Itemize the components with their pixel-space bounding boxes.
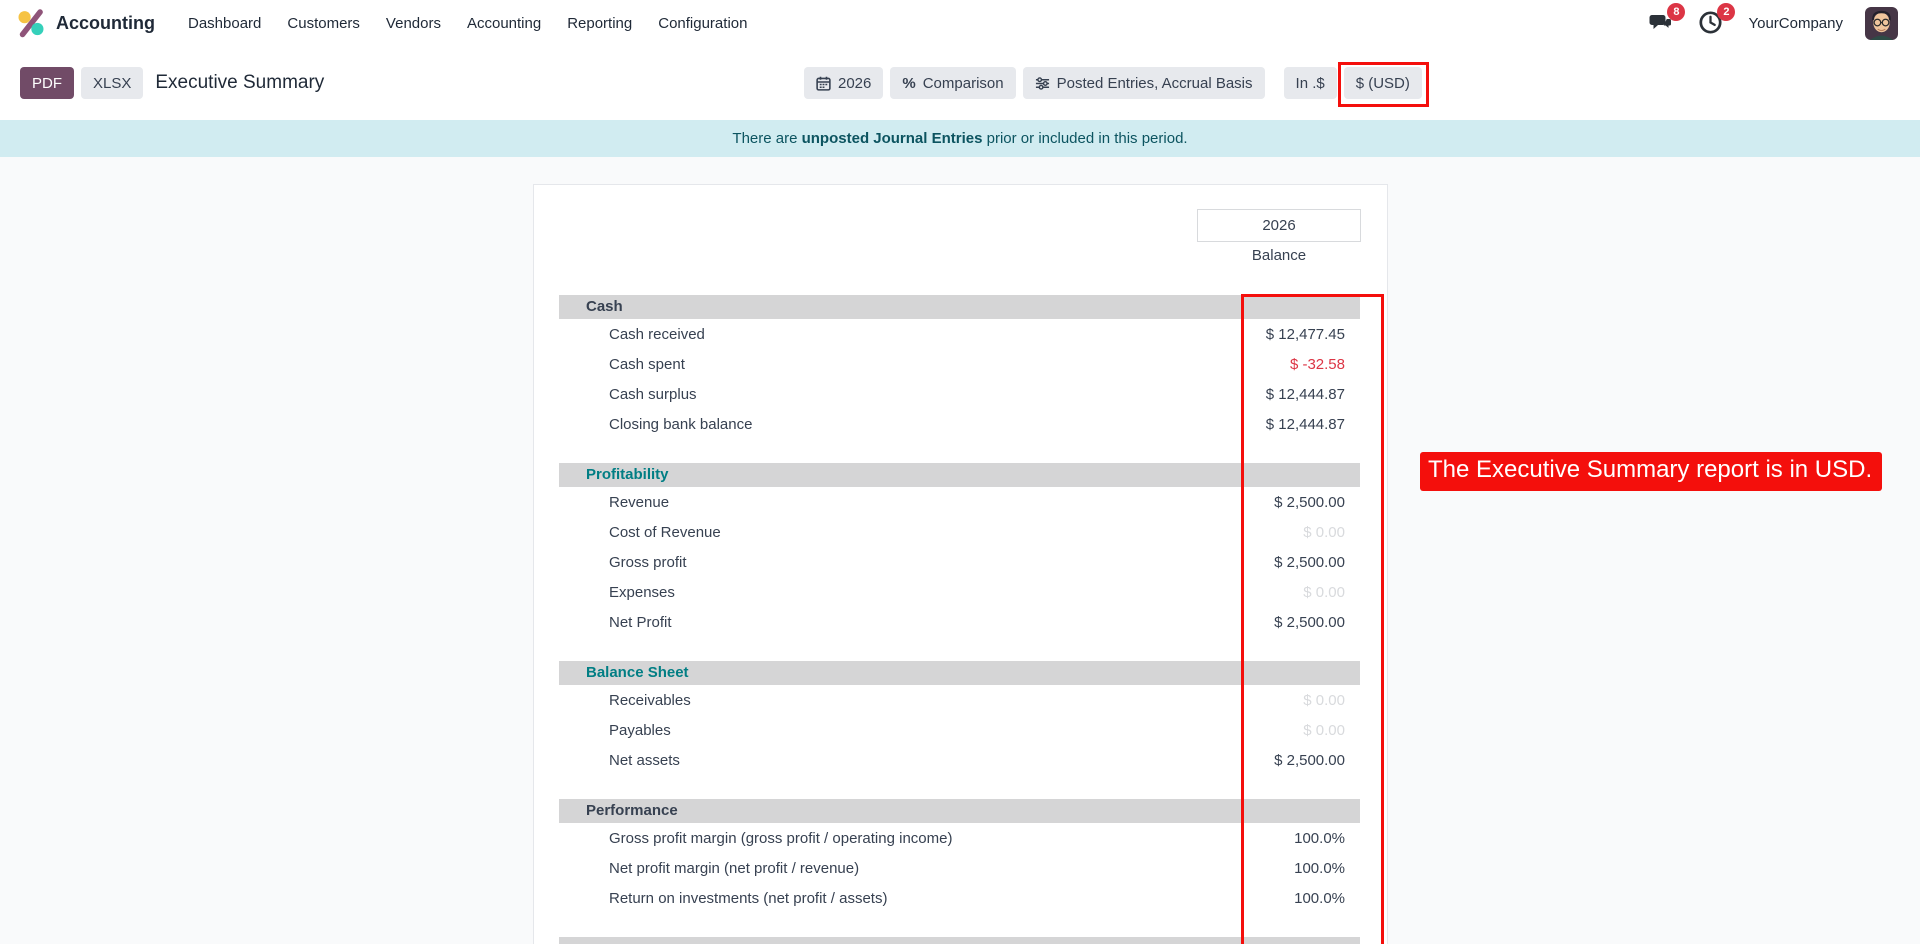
table-row: Cash spent $ -32.58 <box>559 349 1360 379</box>
nav-item-customers[interactable]: Customers <box>274 15 373 32</box>
report-control-bar: PDF XLSX Executive Summary 2026 % Compar… <box>0 46 1920 120</box>
filter-group: 2026 % Comparison Posted Entries, Accrua… <box>804 67 1422 99</box>
app-name[interactable]: Accounting <box>56 13 155 34</box>
section-header-performance[interactable]: Performance <box>559 799 1360 823</box>
messages-badge: 8 <box>1667 3 1685 21</box>
table-row: Cash received $ 12,477.45 <box>559 319 1360 349</box>
pdf-export-button[interactable]: PDF <box>20 67 74 99</box>
section-performance: Performance Gross profit margin (gross p… <box>559 799 1360 913</box>
decimals-filter-label: In .$ <box>1296 75 1325 92</box>
table-row: Gross profit margin (gross profit / oper… <box>559 823 1360 853</box>
activities-badge: 2 <box>1717 3 1735 21</box>
nav-item-dashboard[interactable]: Dashboard <box>175 15 274 32</box>
options-filter-label: Posted Entries, Accrual Basis <box>1057 75 1253 92</box>
executive-summary-card: 2026 Balance Cash Cash received $ 12,477… <box>533 184 1388 944</box>
table-row: Net Profit $ 2,500.00 <box>559 607 1360 637</box>
comparison-filter-label: Comparison <box>923 75 1004 92</box>
section-cash: Cash Cash received $ 12,477.45 Cash spen… <box>559 295 1360 439</box>
nav-item-vendors[interactable]: Vendors <box>373 15 454 32</box>
currency-filter-label: $ (USD) <box>1356 75 1410 92</box>
table-row: Net profit margin (net profit / revenue)… <box>559 853 1360 883</box>
table-row: Net assets $ 2,500.00 <box>559 745 1360 775</box>
report-content-area: 2026 Balance Cash Cash received $ 12,477… <box>0 157 1920 944</box>
nav-item-reporting[interactable]: Reporting <box>554 15 645 32</box>
column-header-balance: Balance <box>1197 247 1361 264</box>
usd-annotation-label: The Executive Summary report is in USD. <box>1420 452 1882 491</box>
decimals-filter-button[interactable]: In .$ <box>1284 67 1337 99</box>
calendar-icon <box>816 76 831 91</box>
executive-summary-table: Cash Cash received $ 12,477.45 Cash spen… <box>559 295 1360 944</box>
section-balance-sheet: Balance Sheet Receivables $ 0.00 Payable… <box>559 661 1360 775</box>
page-title: Executive Summary <box>155 72 324 94</box>
usd-filter-highlight-box: $ (USD) <box>1344 67 1422 99</box>
table-row: Receivables $ 0.00 <box>559 685 1360 715</box>
table-row: Return on investments (net profit / asse… <box>559 883 1360 913</box>
section-header-cash[interactable]: Cash <box>559 295 1360 319</box>
table-row: Cost of Revenue $ 0.00 <box>559 517 1360 547</box>
messages-button[interactable]: 8 <box>1648 10 1676 36</box>
table-row: Gross profit $ 2,500.00 <box>559 547 1360 577</box>
nav-item-accounting[interactable]: Accounting <box>454 15 554 32</box>
xlsx-export-button[interactable]: XLSX <box>81 67 143 99</box>
currency-filter-button[interactable]: $ (USD) <box>1344 67 1422 99</box>
accounting-app-icon[interactable] <box>16 8 46 38</box>
sliders-icon <box>1035 76 1050 91</box>
company-switcher[interactable]: YourCompany <box>1748 15 1843 32</box>
column-header-year: 2026 <box>1197 209 1361 242</box>
comparison-filter-button[interactable]: % Comparison <box>890 67 1015 99</box>
table-row: Closing bank balance $ 12,444.87 <box>559 409 1360 439</box>
unposted-entries-link[interactable]: unposted Journal Entries <box>802 130 983 147</box>
nav-item-configuration[interactable]: Configuration <box>645 15 760 32</box>
table-row: Revenue $ 2,500.00 <box>559 487 1360 517</box>
section-header-profitability[interactable]: Profitability <box>559 463 1360 487</box>
top-navbar: Accounting Dashboard Customers Vendors A… <box>0 0 1920 46</box>
percent-icon: % <box>902 75 915 92</box>
date-filter-button[interactable]: 2026 <box>804 67 883 99</box>
table-row: Expenses $ 0.00 <box>559 577 1360 607</box>
section-profitability: Profitability Revenue $ 2,500.00 Cost of… <box>559 463 1360 637</box>
main-menu: Dashboard Customers Vendors Accounting R… <box>175 15 760 32</box>
table-row: Payables $ 0.00 <box>559 715 1360 745</box>
activities-button[interactable]: 2 <box>1698 10 1726 36</box>
user-avatar[interactable] <box>1865 7 1898 40</box>
table-row: Cash surplus $ 12,444.87 <box>559 379 1360 409</box>
section-header-balance-sheet[interactable]: Balance Sheet <box>559 661 1360 685</box>
section-header-next[interactable] <box>559 937 1360 944</box>
options-filter-button[interactable]: Posted Entries, Accrual Basis <box>1023 67 1265 99</box>
banner-text: There are unposted Journal Entries prior… <box>732 130 1187 147</box>
unposted-entries-banner: There are unposted Journal Entries prior… <box>0 120 1920 157</box>
navbar-right: 8 2 YourCompany <box>1648 7 1904 40</box>
date-filter-label: 2026 <box>838 75 871 92</box>
